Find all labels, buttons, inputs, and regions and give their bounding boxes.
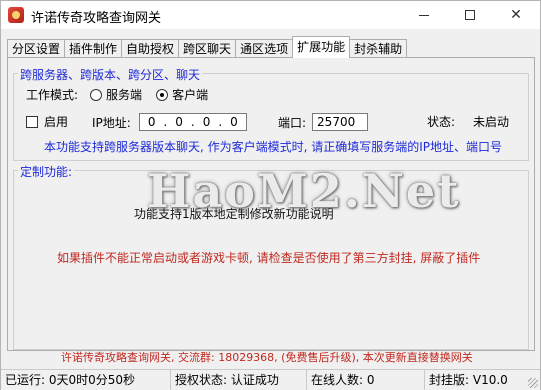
maximize-icon	[465, 10, 475, 20]
tab-cross-zone-chat[interactable]: 跨区聊天	[178, 39, 237, 58]
watermark: HaoM2.Net	[147, 164, 461, 218]
ip-address-field[interactable]: 0 . 0 . 0 . 0	[138, 113, 247, 131]
server-mode-radio[interactable]	[90, 88, 103, 101]
ip-octet-3: 0	[202, 115, 211, 129]
resize-grip-icon[interactable]	[528, 378, 538, 388]
custom-features-legend: 定制功能:	[18, 163, 75, 180]
enable-label[interactable]: 启用	[44, 113, 68, 130]
tab-plugin-creation[interactable]: 插件制作	[64, 39, 123, 58]
status-auth: 授权状态: 认证成功	[171, 370, 307, 390]
cross-server-chat-legend: 跨服务器、跨版本、跨分区、聊天	[18, 66, 203, 83]
port-row: 端口: 25700	[278, 113, 369, 131]
footer-note: 许诺传奇攻略查询网关, 交流群: 18029368, (免费售后升级), 本次更…	[61, 351, 473, 364]
tab-anti-cheat[interactable]: 封杀辅助	[349, 39, 408, 58]
ip-octet-1: 0	[147, 115, 156, 129]
minimize-icon	[419, 14, 429, 16]
port-field[interactable]: 25700	[312, 113, 369, 131]
title-bar[interactable]: 许诺传奇攻略查询网关 ✕	[1, 1, 540, 29]
ip-separator: .	[218, 115, 223, 129]
status-value: 未启动	[473, 115, 510, 129]
tab-self-authorization[interactable]: 自助授权	[121, 39, 180, 58]
app-icon	[8, 7, 24, 23]
close-button[interactable]: ✕	[493, 1, 539, 29]
tab-strip: 分区设置 插件制作 自助授权 跨区聊天 通区选项 扩展功能 封杀辅助	[7, 36, 408, 58]
status-runtime: 已运行: 0天0时0分50秒	[1, 370, 171, 390]
client-mode-radio[interactable]	[156, 88, 169, 101]
status-label: 状态:	[427, 115, 456, 129]
server-mode-label[interactable]: 服务端	[106, 86, 142, 103]
maximize-button[interactable]	[447, 1, 493, 29]
ip-row: IP地址: 0 . 0 . 0 . 0	[92, 113, 247, 131]
cross-server-note: 本功能支持跨服务器版本聊天, 作为客户端模式时, 请正确填写服务端的IP地址、端…	[44, 140, 503, 154]
status-row: 状态: 未启动	[427, 113, 509, 130]
client-mode-label[interactable]: 客户端	[172, 86, 208, 103]
window-title: 许诺传奇攻略查询网关	[31, 11, 162, 26]
tab-partition-settings[interactable]: 分区设置	[7, 39, 66, 58]
enable-checkbox[interactable]	[26, 115, 38, 128]
status-online: 在线人数: 0	[307, 370, 425, 390]
status-bar: 已运行: 0天0时0分50秒 授权状态: 认证成功 在线人数: 0 封挂版: V…	[1, 369, 540, 390]
work-mode-label: 工作模式:	[26, 88, 79, 102]
tab-extensions[interactable]: 扩展功能	[292, 36, 351, 58]
minimize-button[interactable]	[401, 1, 447, 29]
tab-zone-options[interactable]: 通区选项	[235, 39, 294, 58]
close-icon: ✕	[510, 7, 522, 23]
connection-row: 启用	[26, 113, 68, 130]
plugin-warning: 如果插件不能正常启动或者游戏卡顿, 请检查是否使用了第三方封挂, 屏蔽了插件	[57, 251, 481, 265]
port-label: 端口:	[278, 115, 307, 130]
ip-separator: .	[190, 115, 195, 129]
ip-octet-4: 0	[230, 115, 238, 129]
ip-separator: .	[163, 115, 168, 129]
status-version: 封挂版: V10.0	[429, 373, 508, 387]
main-window: 许诺传奇攻略查询网关 ✕ 分区设置 插件制作 自助授权 跨区聊天 通区选项 扩展…	[0, 0, 541, 390]
work-mode-row: 工作模式: 服务端 客户端	[26, 86, 208, 103]
ip-octet-2: 0	[175, 115, 183, 129]
ip-label: IP地址:	[92, 115, 131, 130]
cross-server-chat-group: 跨服务器、跨版本、跨分区、聊天 工作模式: 服务端 客户端 启用 IP地址: 0	[13, 66, 529, 161]
